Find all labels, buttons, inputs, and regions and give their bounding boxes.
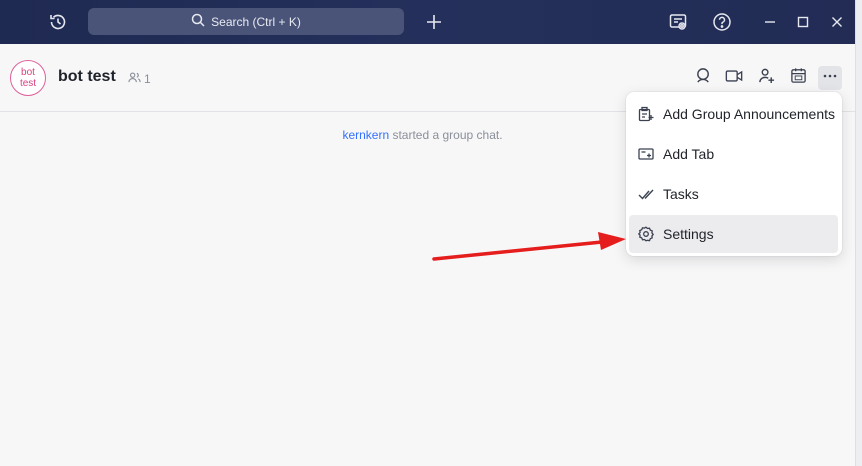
chat-search-button[interactable] <box>691 66 715 90</box>
help-icon[interactable] <box>711 11 733 33</box>
search-label: Search (Ctrl + K) <box>211 14 301 29</box>
chat-search-icon <box>695 67 712 89</box>
menu-item-label: Add Tab <box>663 146 715 162</box>
search-bar[interactable]: Search (Ctrl + K) <box>88 8 404 35</box>
avatar-text-line2: test <box>19 78 37 89</box>
more-horizontal-icon <box>822 68 838 89</box>
member-count[interactable]: 1 <box>128 71 151 87</box>
menu-item-label: Tasks <box>663 186 699 202</box>
search-icon <box>191 13 205 30</box>
members-icon <box>128 71 141 87</box>
minimize-icon[interactable] <box>759 11 781 33</box>
add-tab-icon <box>638 146 654 162</box>
menu-item-label: Add Group Announcements <box>663 106 836 122</box>
notification-settings-icon[interactable] <box>667 11 689 33</box>
avatar[interactable]: bot test <box>10 60 46 96</box>
menu-item-add-tab[interactable]: Add Tab <box>629 135 838 173</box>
calendar-button[interactable] <box>786 66 810 90</box>
menu-item-add-group-announcements[interactable]: Add Group Announcements <box>629 95 838 133</box>
title-bar: Search (Ctrl + K) <box>0 0 855 44</box>
video-camera-icon <box>725 68 743 89</box>
system-message-user[interactable]: kernkern <box>342 128 389 142</box>
menu-item-tasks[interactable]: Tasks <box>629 175 838 213</box>
tasks-icon <box>638 186 654 202</box>
calendar-icon <box>790 67 807 89</box>
settings-icon <box>638 226 654 242</box>
member-count-value: 1 <box>144 72 151 86</box>
avatar-text-line1: bot <box>21 67 35 78</box>
close-icon[interactable] <box>826 11 848 33</box>
add-user-icon <box>758 67 775 89</box>
maximize-icon[interactable] <box>792 11 814 33</box>
more-options-menu: Add Group Announcements Add Tab Tasks Se… <box>626 92 842 256</box>
system-message-text: started a group chat. <box>392 128 503 142</box>
more-options-button[interactable] <box>818 66 842 90</box>
add-member-button[interactable] <box>754 66 778 90</box>
history-icon[interactable] <box>47 11 69 33</box>
menu-item-label: Settings <box>663 226 714 242</box>
announcement-icon <box>638 106 654 122</box>
menu-item-settings[interactable]: Settings <box>629 215 838 253</box>
chat-title[interactable]: bot test <box>58 68 116 86</box>
annotation-arrow-icon <box>432 232 626 261</box>
video-call-button[interactable] <box>722 66 746 90</box>
window-scrollbar[interactable] <box>855 0 862 466</box>
plus-icon[interactable] <box>423 11 445 33</box>
